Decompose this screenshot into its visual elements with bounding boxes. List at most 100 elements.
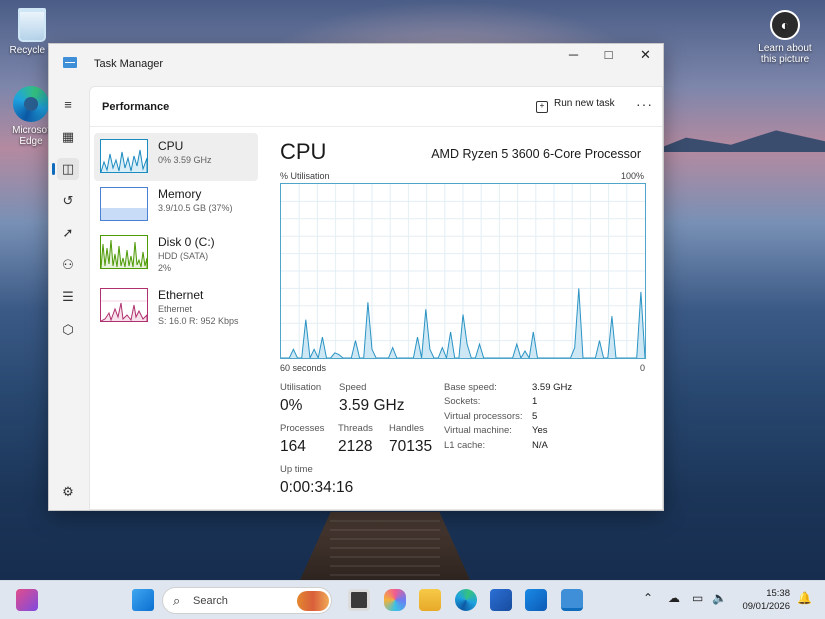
settings-icon[interactable]: ⚙ [57,481,79,503]
maximize-button[interactable]: □ [590,44,627,68]
uptime-value: 0:00:34:16 [280,479,354,496]
close-button[interactable]: ✕ [627,44,664,68]
device-ethernet[interactable]: Ethernet Ethernet S: 16.0 R: 952 Kbps [94,282,258,330]
app-history-icon[interactable]: ↺ [57,190,79,212]
start-button[interactable] [132,589,154,611]
desktop-icon-learn-about-picture[interactable]: ◐ Learn about this picture [752,10,818,65]
chevron-up-icon[interactable]: ⌃ [643,591,653,605]
base-speed-label: Base speed: [444,382,497,393]
device-cpu[interactable]: CPU 0% 3.59 GHz [94,133,258,181]
processes-label: Processes [280,423,325,434]
device-detail: 3.9/10.5 GB (37%) [158,203,233,213]
task-manager-taskbar-icon[interactable] [561,589,583,611]
search-placeholder: Search [193,595,228,607]
virtual-machine-value: Yes [532,425,548,436]
device-disk[interactable]: Disk 0 (C:) HDD (SATA) 2% [94,229,258,277]
store-icon[interactable] [490,589,512,611]
device-throughput: S: 16.0 R: 952 Kbps [158,316,239,326]
wallpaper-mountain [650,130,825,152]
processes-icon[interactable]: ▦ [57,126,79,148]
edge-icon [13,86,49,122]
utilisation-value: 0% [280,397,303,414]
minimize-button[interactable]: ─ [555,44,592,68]
display-icon[interactable]: ▭ [692,591,703,605]
details-icon[interactable]: ☰ [57,286,79,308]
outlook-icon[interactable] [525,589,547,611]
cpu-thumbnail-graph [100,139,148,173]
device-name: Ethernet [158,288,204,302]
task-manager-icon [63,57,77,68]
window-title: Task Manager [94,58,164,70]
performance-page: Performance + Run new task ··· CPU 0% 3.5… [89,86,663,510]
clock[interactable]: 15:38 09/01/2026 [738,587,790,613]
search-highlight-icon [297,591,329,611]
graph-x-label: 60 seconds [280,363,327,373]
wallpaper-pier-planks [330,520,440,580]
device-name: CPU [158,139,184,153]
clock-time: 15:38 [766,588,790,599]
graph-y-label: % Utilisation [280,171,330,181]
clock-date: 09/01/2026 [742,601,790,612]
speed-label: Speed [339,382,367,393]
handles-label: Handles [389,423,424,434]
startup-apps-icon[interactable]: ➚ [57,222,79,244]
taskbar: ⌕ Search ⌃ ☁ ▭ 🔈 15:38 09/01/2026 🔔 [0,580,825,619]
graph-x-min: 0 [640,363,646,373]
device-name: Memory [158,187,202,201]
virtual-machine-label: Virtual machine: [444,425,512,436]
network-icon[interactable]: ☁ [668,591,680,605]
performance-icon[interactable]: ◫ [52,158,79,180]
virtual-processors-value: 5 [532,411,538,422]
notifications-icon[interactable]: 🔔 [797,591,812,605]
task-manager-window: Task Manager ─ □ ✕ ≡ ▦ ◫ ↺ ➚ ⚇ ☰ ⬡ ⚙ Per… [48,43,664,511]
more-options-button[interactable]: ··· [636,96,653,112]
device-memory[interactable]: Memory 3.9/10.5 GB (37%) [94,181,258,229]
users-icon[interactable]: ⚇ [57,254,79,276]
graph-y-max: 100% [620,171,644,181]
file-explorer-icon[interactable] [419,589,441,611]
cpu-heading: CPU [280,139,327,164]
edge-taskbar-icon[interactable] [455,589,477,611]
memory-thumbnail-graph [100,187,148,221]
base-speed-value: 3.59 GHz [532,382,573,393]
search-icon: ⌕ [173,593,181,608]
services-icon[interactable]: ⬡ [57,319,79,341]
utilisation-label: Utilisation [280,382,322,393]
page-title: Performance [102,101,170,113]
command-bar: Performance + Run new task ··· [90,87,662,127]
run-new-task-button[interactable]: + Run new task [536,98,615,113]
desktop-icon-label: Learn about this picture [758,43,812,65]
l1-cache-value: N/A [532,440,548,451]
device-detail: HDD (SATA) [158,251,209,261]
taskbar-search[interactable]: ⌕ Search [162,587,332,614]
threads-label: Threads [338,423,373,434]
threads-value: 2128 [338,438,373,455]
hamburger-icon[interactable]: ≡ [57,94,79,116]
cpu-model-name: AMD Ryzen 5 3600 6-Core Processor [431,147,641,161]
disk-thumbnail-graph [100,235,148,269]
handles-value: 70135 [389,438,433,455]
speed-value: 3.59 GHz [339,397,405,414]
device-detail: Ethernet [158,304,193,314]
copilot-icon[interactable] [384,589,406,611]
camera-icon: ◐ [770,10,800,40]
virtual-processors-label: Virtual processors: [444,411,523,422]
ethernet-thumbnail-graph [100,288,148,322]
cpu-graph-svg [281,184,646,360]
title-bar[interactable]: Task Manager ─ □ ✕ [49,44,663,84]
task-view-icon[interactable] [348,589,370,611]
run-new-task-label: Run new task [554,98,615,109]
sockets-label: Sockets: [444,396,481,407]
device-detail: 0% 3.59 GHz [158,155,212,165]
sockets-value: 1 [532,396,538,407]
widgets-icon[interactable] [16,589,38,611]
run-task-icon: + [536,101,548,113]
device-name: Disk 0 (C:) [158,235,215,249]
processes-value: 164 [280,438,306,455]
recycle-bin-icon [18,8,46,42]
volume-icon[interactable]: 🔈 [712,591,727,605]
nav-rail: ≡ ▦ ◫ ↺ ➚ ⚇ ☰ ⬡ ⚙ [49,84,87,512]
l1-cache-label: L1 cache: [444,440,486,451]
cpu-utilisation-graph [280,183,646,360]
device-usage: 2% [158,263,172,273]
